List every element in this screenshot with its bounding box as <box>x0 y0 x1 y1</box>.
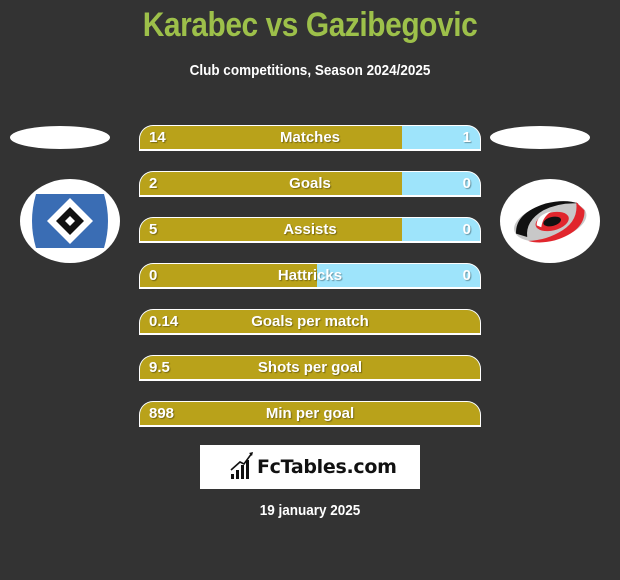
stat-label: Goals per match <box>251 313 369 330</box>
hamburger-sv-crest-icon <box>32 194 108 248</box>
stat-label: Min per goal <box>265 405 355 422</box>
left-value: 2 <box>149 175 158 192</box>
right-team-name-placeholder <box>490 126 590 149</box>
stat-label: Hattricks <box>277 267 343 284</box>
right-value: 0 <box>462 175 471 192</box>
footer-date: 19 january 2025 <box>259 502 361 519</box>
stat-row-shots-per-goal: Shots per goal 9.5 <box>139 355 481 381</box>
right-value: 0 <box>462 267 471 284</box>
stat-row-matches: Matches 14 1 <box>139 125 481 151</box>
left-team-logo[interactable] <box>20 179 120 263</box>
page-title: Karabec vs Gazibegovic <box>142 6 478 44</box>
left-value: 5 <box>149 221 158 238</box>
left-value: 0.14 <box>149 313 179 330</box>
right-team-logo[interactable] <box>500 179 600 263</box>
page-subtitle: Club competitions, Season 2024/2025 <box>189 62 431 79</box>
carolina-hurricanes-crest-icon <box>514 201 587 243</box>
right-value: 1 <box>462 129 471 146</box>
fctables-brand-banner[interactable]: FcTables.com <box>200 445 420 489</box>
stat-label: Matches <box>279 129 341 146</box>
left-value: 9.5 <box>149 359 170 376</box>
left-team-name-placeholder <box>10 126 110 149</box>
right-value: 0 <box>462 221 471 238</box>
stat-label: Assists <box>283 221 337 238</box>
stat-row-assists: Assists 5 0 <box>139 217 481 243</box>
stat-row-goals-per-match: Goals per match 0.14 <box>139 309 481 335</box>
stat-label: Shots per goal <box>257 359 363 376</box>
left-value: 0 <box>149 267 158 284</box>
stat-row-goals: Goals 2 0 <box>139 171 481 197</box>
stat-row-min-per-goal: Min per goal 898 <box>139 401 481 427</box>
stat-label: Goals <box>289 175 331 192</box>
bar-chart-trend-icon <box>230 452 253 479</box>
stat-row-hattricks: Hattricks 0 0 <box>139 263 481 289</box>
brand-name: FcTables.com <box>257 456 397 478</box>
left-value: 14 <box>149 129 166 146</box>
left-value: 898 <box>149 405 175 422</box>
